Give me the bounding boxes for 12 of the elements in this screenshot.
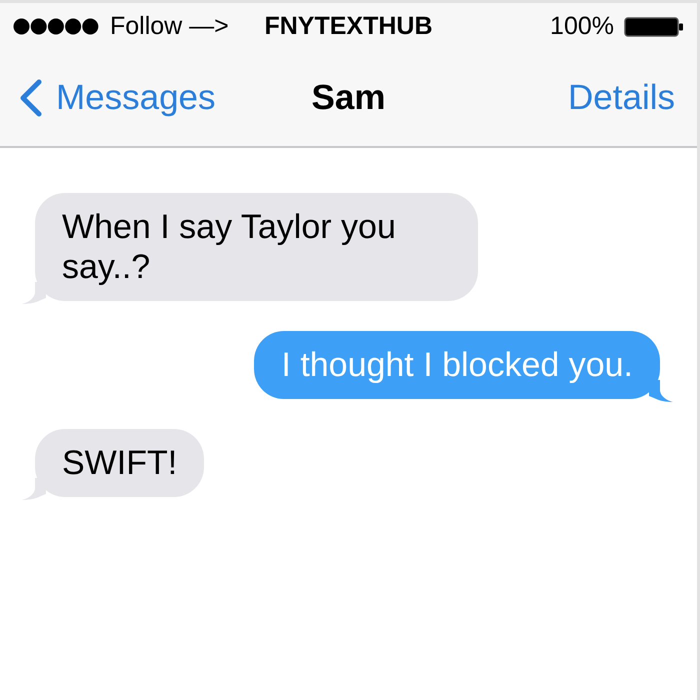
message-text: I thought I blocked you. xyxy=(281,345,633,385)
carrier-text: Follow —> xyxy=(110,10,229,42)
battery-icon xyxy=(624,16,684,36)
back-chevron-icon xyxy=(18,79,42,117)
battery-percent: 100% xyxy=(550,10,614,42)
signal-dots-icon xyxy=(13,18,99,35)
back-button[interactable]: Messages xyxy=(18,72,216,124)
details-button[interactable]: Details xyxy=(568,72,675,124)
conversation-title: Sam xyxy=(312,76,386,119)
status-center-text: FNYTEXTHUB xyxy=(264,10,433,42)
message-text: SWIFT! xyxy=(62,443,178,483)
message-text: When I say Taylor you say..? xyxy=(62,207,397,287)
